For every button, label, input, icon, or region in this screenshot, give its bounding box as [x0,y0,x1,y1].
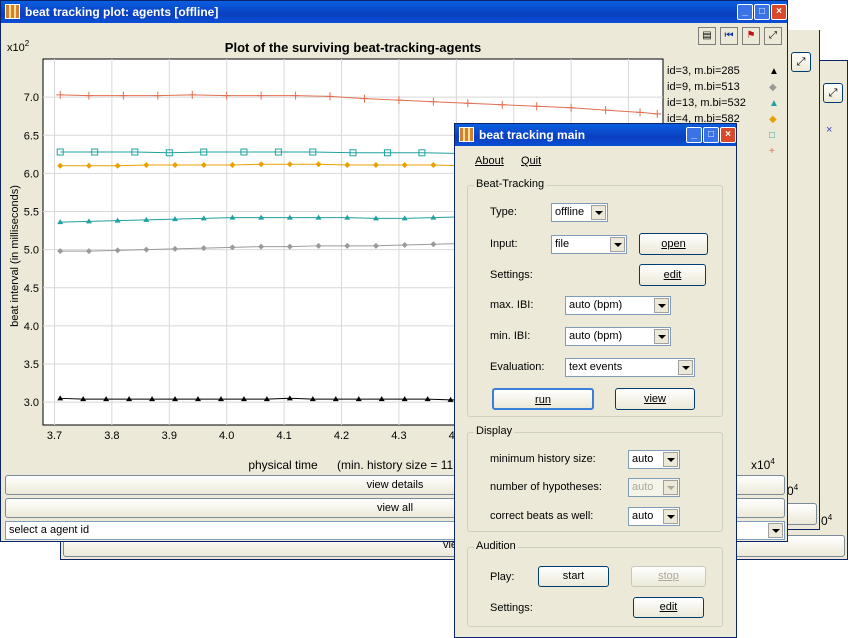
x-multiplier-back: 04 [787,483,799,498]
fullscreen-icon[interactable]: ⤢ [823,83,843,103]
chevron-down-icon [663,480,678,495]
plot-window-titlebar[interactable]: beat tracking plot: agents [offline] _ □… [1,1,787,23]
min-ibi-label: min. IBI: [490,330,531,342]
plot-window-title: beat tracking plot: agents [offline] [25,5,219,19]
y-tick-label: 3.5 [24,359,39,371]
legend-entry: id=13, m.bi=532 [667,97,746,109]
type-label: Type: [490,206,517,218]
num-hypotheses-label: number of hypotheses: [490,481,602,493]
max-ibi-select[interactable]: auto (bpm) [565,296,671,315]
x-tick-label: 3.7 [47,430,62,442]
chevron-down-icon[interactable] [610,237,625,252]
min-history-label: minimum history size: [490,453,596,465]
x-multiplier-back: 04 [821,513,833,528]
menu-about[interactable]: About [475,155,504,167]
legend-marker: □ [769,130,775,141]
y-tick-label: 5.0 [24,245,39,257]
x-tick-label: 4.2 [334,430,349,442]
chevron-down-icon[interactable] [591,205,606,220]
maximize-icon[interactable]: □ [703,127,719,143]
chevron-down-icon[interactable] [678,360,693,375]
x-tick-label: 4.1 [276,430,291,442]
evaluation-label: Evaluation: [490,361,545,373]
app-icon [459,127,474,142]
beat-tracking-group: Beat-Tracking Type: offline Input: file … [467,178,723,417]
y-tick-label: 7.0 [24,92,39,104]
settings-label: Settings: [490,269,533,281]
x-axis-label: physical time [248,458,318,472]
chart-title: Plot of the surviving beat-tracking-agen… [225,40,481,55]
legend-marker: ▲ [769,66,779,77]
menu-quit[interactable]: Quit [521,155,541,167]
minimize-icon[interactable]: _ [737,4,753,20]
x-axis-note: (min. history size = 11 [337,458,453,472]
chevron-down-icon[interactable] [768,523,783,538]
x-multiplier: x104 [751,457,775,472]
chevron-down-icon[interactable] [663,452,678,467]
y-tick-label: 4.0 [24,321,39,333]
display-group: Display minimum history size: auto numbe… [467,425,723,532]
y-axis-label: beat interval (in milliseconds) [9,185,21,327]
legend-marker: + [769,146,775,157]
view-button[interactable]: view [615,388,695,410]
x-tick-label: 3.9 [162,430,177,442]
audition-edit-button[interactable]: edit [633,597,704,618]
min-ibi-select[interactable]: auto (bpm) [565,327,671,346]
legend-entry: id=9, m.bi=513 [667,81,740,93]
stop-button: stop [631,566,706,587]
start-button[interactable]: start [538,566,609,587]
main-window-titlebar[interactable]: beat tracking main _ □ × [455,124,736,146]
legend-marker: ◆ [769,114,777,125]
chevron-down-icon[interactable] [654,298,669,313]
correct-beats-label: correct beats as well: [490,510,594,522]
num-hypotheses-select: auto [628,478,680,497]
edit-settings-button[interactable]: edit [639,264,706,286]
chevron-down-icon[interactable] [654,329,669,344]
y-tick-label: 6.5 [24,130,39,142]
audition-group: Audition Play: start stop Settings: edit [467,540,723,627]
y-tick-label: 4.5 [24,283,39,295]
close-icon[interactable]: × [771,4,787,20]
legend-marker: ▲ [769,98,779,109]
max-ibi-label: max. IBI: [490,299,534,311]
fullscreen-icon[interactable]: ⤢ [791,52,811,72]
y-tick-label: 3.0 [24,397,39,409]
audition-settings-label: Settings: [490,602,533,614]
legend-marker: ◆ [769,82,777,93]
min-history-select[interactable]: auto [628,450,680,469]
maximize-icon[interactable]: □ [754,4,770,20]
legend-marker: × [826,124,833,136]
y-tick-label: 5.5 [24,207,39,219]
run-button[interactable]: run [492,388,594,410]
legend-entry: id=3, m.bi=285 [667,65,740,77]
x-tick-label: 4.3 [391,430,406,442]
group-title: Beat-Tracking [474,178,547,190]
group-title: Display [474,425,515,437]
group-title: Audition [474,540,518,552]
y-multiplier: x102 [7,39,30,54]
input-label: Input: [490,238,518,250]
evaluation-select[interactable]: text events [565,358,695,377]
open-button[interactable]: open [639,233,708,255]
play-label: Play: [490,571,515,583]
correct-beats-select[interactable]: auto [628,507,680,526]
y-tick-label: 6.0 [24,168,39,180]
x-tick-label: 3.8 [104,430,119,442]
chevron-down-icon[interactable] [663,509,678,524]
type-select[interactable]: offline [551,203,608,222]
main-window: beat tracking main _ □ × About Quit Beat… [454,123,737,638]
input-select[interactable]: file [551,235,627,254]
x-tick-label: 4.0 [219,430,234,442]
main-window-title: beat tracking main [479,128,586,142]
close-icon[interactable]: × [720,127,736,143]
app-icon [5,4,20,19]
minimize-icon[interactable]: _ [686,127,702,143]
